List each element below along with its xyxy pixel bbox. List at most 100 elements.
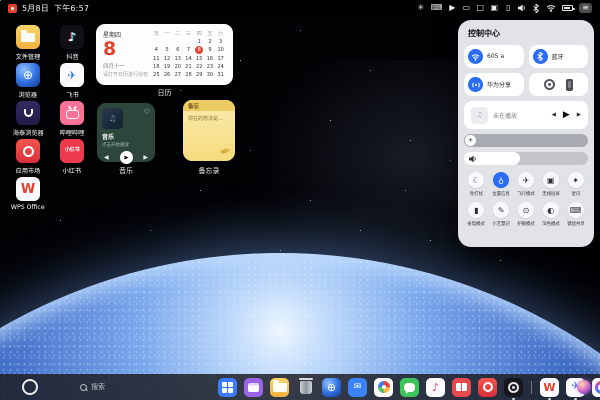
toggle-eye-comfort[interactable]: ⊙ 护眼模式 [514,202,539,227]
calendar-day[interactable]: 30 [205,71,216,79]
control-center-icon[interactable]: ≡ [579,3,592,13]
dock-recycle-bin[interactable] [296,378,315,397]
brightness-knob[interactable]: ☀ [465,135,476,146]
location-pin-icon[interactable]: ⚲ [493,172,510,188]
calendar-day[interactable]: 6 [172,46,183,54]
menubar-time[interactable]: 下午6:57 [54,3,89,14]
toggle-dark-mode[interactable]: ◐ 深色模式 [538,202,563,227]
dock-browser[interactable]: ⊕ [322,377,341,397]
menubar-date[interactable]: 5月8日 [22,3,49,14]
battery-icon[interactable] [562,5,575,11]
calendar-day[interactable]: 20 [172,63,183,71]
moon-icon[interactable]: ☾ [468,172,485,188]
dock-messages[interactable] [400,377,419,397]
calendar-day[interactable]: 11 [151,55,162,63]
previous-track-icon[interactable]: ◀ [104,154,109,161]
calendar-day[interactable]: 14 [183,55,194,63]
system-logo-icon[interactable] [8,3,17,13]
calendar-day[interactable]: 2 [205,38,216,46]
toggle-location[interactable]: ⚲ 位置信息 [489,172,514,197]
dock-gallery[interactable] [374,377,393,397]
toggle-celia-notes[interactable]: ✎ 小艺慧记 [489,202,514,227]
airplane-icon[interactable]: ✈ [517,172,534,188]
calendar-day[interactable]: 3 [215,38,226,46]
calendar-day[interactable]: 29 [194,71,205,79]
display-icon[interactable]: ▭ [462,4,471,12]
pencil-icon[interactable]: ✎ [493,202,510,218]
calendar-day[interactable]: 4 [151,46,162,54]
calendar-day[interactable] [183,38,194,46]
calendar-day[interactable]: 13 [172,55,183,63]
previous-track-icon[interactable]: ◀ [552,112,556,118]
calendar-day[interactable]: 25 [151,71,162,79]
calendar-day[interactable]: 21 [183,63,194,71]
desktop-icon-wps-office[interactable]: W WPS Office [6,177,50,215]
desktop-icon-appgallery[interactable]: 应用市场 [6,139,50,177]
calendar-day[interactable]: 17 [215,55,226,63]
wifi-button[interactable]: 605 a [464,45,524,68]
calendar-day[interactable]: 7 [183,46,194,54]
calendar-day[interactable]: 12 [162,55,173,63]
toggle-wireless-cast[interactable]: ▣ 无线投屏 [538,172,563,197]
video-icon[interactable]: ▶ [448,4,456,12]
dock-celia[interactable] [592,377,600,397]
eye-icon[interactable]: ⊙ [517,202,534,218]
calendar-day[interactable]: 8 [195,46,204,55]
battery-icon[interactable]: ▮ [468,202,485,218]
bluetooth-icon[interactable] [532,3,540,13]
music-widget[interactable]: ♫ ♡ 音乐 点击开始播放 ◀ ▶ ▶ [97,103,155,164]
asterisk-icon[interactable]: ✳ [417,4,425,12]
dock-camera[interactable] [504,377,523,400]
memo-widget[interactable]: 备忘 现在的想法是… ✒ [183,100,235,161]
launcher-ring-icon[interactable] [22,378,38,395]
desktop-icon-feishu[interactable]: ✈ 飞书 [50,63,94,101]
calendar-day[interactable]: 19 [162,63,173,71]
dock-appgallery[interactable] [478,377,497,397]
keyboard-icon[interactable]: ⌨ [567,202,584,218]
calendar-day[interactable]: 28 [183,71,194,79]
calendar-day[interactable]: 26 [162,71,173,79]
dock-files[interactable] [270,377,289,397]
calendar-day[interactable]: 31 [215,71,226,79]
toggle-airplane-mode[interactable]: ✈ 飞行模式 [514,172,539,197]
desktop-icon-browser[interactable]: ⊕ 浏览器 [6,63,50,101]
calendar-day[interactable]: 5 [162,46,173,54]
heart-icon[interactable]: ♡ [144,108,150,116]
calendar-day[interactable]: 10 [215,46,226,54]
calendar-day[interactable]: 18 [151,63,162,71]
calendar-widget[interactable]: 星期四 8 四月十一 请打开日历进行授权 日一二三四五六 1 2 3 4 5 6 7 8 9 10 1… [96,24,233,85]
calendar-day[interactable]: 16 [205,55,216,63]
desktop-icon-haitai-browser[interactable]: 海泰浏览器 [6,101,50,139]
desktop-icon-douyin[interactable]: ♪ 抖音 [50,25,94,63]
dock-music[interactable]: ♪ [426,377,445,397]
volume-slider[interactable] [464,152,588,165]
assistant-orb[interactable] [577,380,591,394]
dock-app-launcher[interactable] [218,377,237,397]
media-player-card[interactable]: ♫ 未在播放 ◀ ▶ ▶ [464,101,588,129]
calendar-day[interactable] [151,38,162,46]
desktop-icon-bilibili[interactable]: 哔哩哔哩 [50,101,94,139]
dock-search[interactable]: 搜索 [80,374,105,400]
phone-link-icon[interactable]: ▯ [504,4,512,12]
huawei-share-button[interactable]: 华为分享 [464,73,524,96]
calendar-day[interactable] [162,38,173,46]
brightness-slider[interactable]: ☀ [464,134,588,147]
dock-multitask[interactable] [244,377,263,397]
contrast-icon[interactable]: ◐ [542,202,559,218]
volume-fill[interactable] [464,152,520,165]
volume-icon[interactable] [518,4,526,12]
phone-device-icon[interactable] [565,78,573,91]
desktop-icon-xiaohongshu[interactable]: 小红书 小红书 [50,139,94,177]
dock-books[interactable] [452,377,471,397]
screenshot-icon[interactable]: □ [476,4,485,12]
calendar-day[interactable]: 1 [194,38,205,46]
calendar-day[interactable] [172,38,183,46]
ime-icon[interactable]: ⌨ [431,4,443,12]
dock-wps-office[interactable]: W [540,377,559,400]
toggle-do-not-disturb[interactable]: ☾ 免打扰 [464,172,489,197]
next-track-icon[interactable]: ▶ [577,112,581,118]
screen-record-icon[interactable]: ▣ [490,4,499,12]
play-icon[interactable]: ▶ [563,110,570,120]
dock-email[interactable]: ✉ [348,377,367,397]
desktop-icon-file-manager[interactable]: 文件管理 [6,25,50,63]
